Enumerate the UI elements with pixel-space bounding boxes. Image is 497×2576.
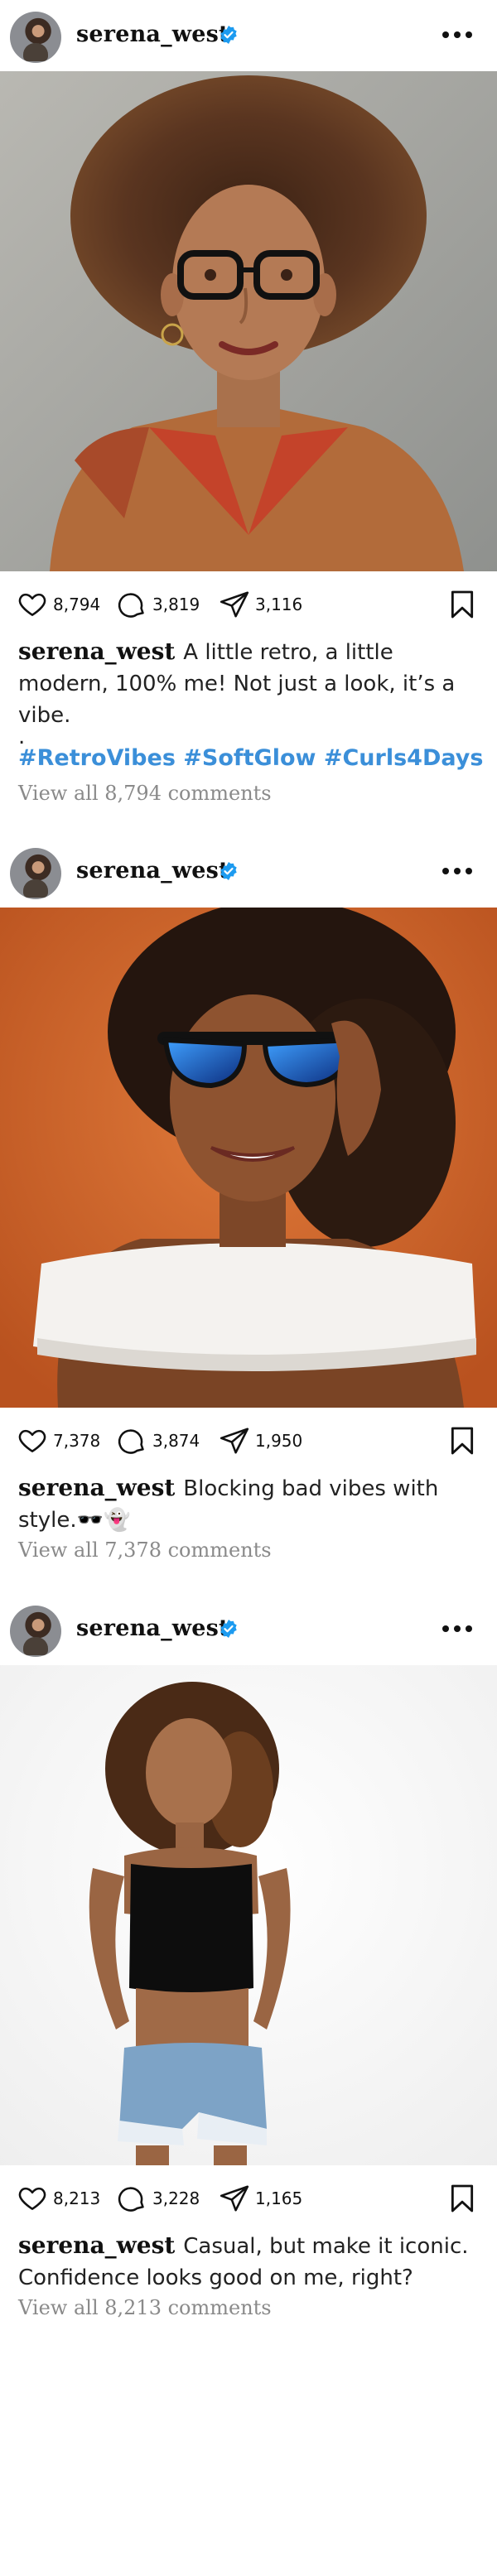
view-comments-link[interactable]: View all 7,378 comments bbox=[18, 1538, 272, 1562]
share-count: 1,165 bbox=[255, 2188, 303, 2208]
hashtags[interactable]: #RetroVibes #SoftGlow #Curls4Days bbox=[18, 745, 483, 771]
post-caption: serena_west Blocking bad vibes with style… bbox=[18, 1472, 482, 1536]
comment-bubble-icon bbox=[118, 593, 144, 618]
heart-icon bbox=[18, 2187, 46, 2210]
share-button[interactable]: 3,116 bbox=[219, 580, 302, 629]
like-count: 7,378 bbox=[53, 1431, 101, 1451]
heart-icon bbox=[18, 1429, 46, 1452]
share-count: 3,116 bbox=[255, 595, 303, 614]
more-options-button[interactable] bbox=[442, 1620, 475, 1637]
paper-plane-icon bbox=[220, 591, 249, 618]
post-header: serena_west bbox=[0, 0, 497, 71]
comment-count: 3,874 bbox=[152, 1431, 200, 1451]
heart-icon bbox=[18, 593, 46, 616]
post-caption: serena_west Casual, but make it iconic. C… bbox=[18, 2230, 482, 2294]
portrait-crop-top-denim-image bbox=[0, 1665, 497, 2165]
post-photo[interactable] bbox=[0, 1665, 497, 2165]
view-comments-link[interactable]: View all 8,794 comments bbox=[18, 782, 272, 805]
like-button[interactable]: 7,378 bbox=[17, 1416, 100, 1466]
verified-badge-icon bbox=[220, 26, 237, 44]
paper-plane-icon bbox=[220, 2185, 249, 2212]
like-button[interactable]: 8,213 bbox=[17, 2174, 100, 2223]
username[interactable]: serena_west bbox=[76, 22, 229, 47]
post-header: serena_west bbox=[0, 836, 497, 908]
share-button[interactable]: 1,950 bbox=[219, 1416, 302, 1466]
like-count: 8,213 bbox=[53, 2188, 101, 2208]
avatar[interactable] bbox=[10, 848, 61, 899]
verified-badge-icon bbox=[220, 1620, 237, 1638]
comment-button[interactable]: 3,874 bbox=[116, 1416, 200, 1466]
post-actions: 8,213 3,228 1,165 bbox=[0, 2174, 497, 2223]
feed-post: serena_west bbox=[0, 0, 497, 828]
post-photo[interactable] bbox=[0, 71, 497, 571]
caption-dot: . bbox=[18, 725, 26, 749]
bookmark-icon[interactable] bbox=[446, 2182, 479, 2215]
bookmark-icon[interactable] bbox=[446, 1424, 479, 1457]
caption-username[interactable]: serena_west bbox=[18, 638, 175, 665]
feed-post: serena_west bbox=[0, 836, 497, 1582]
caption-username[interactable]: serena_west bbox=[18, 2232, 175, 2259]
comment-button[interactable]: 3,819 bbox=[116, 580, 200, 629]
avatar[interactable] bbox=[10, 1606, 61, 1657]
comment-button[interactable]: 3,228 bbox=[116, 2174, 200, 2223]
bookmark-icon[interactable] bbox=[446, 588, 479, 621]
verified-badge-icon bbox=[220, 862, 237, 880]
more-options-button[interactable] bbox=[442, 26, 475, 43]
comment-bubble-icon bbox=[118, 1429, 144, 1454]
like-count: 8,794 bbox=[53, 595, 101, 614]
post-header: serena_west bbox=[0, 1594, 497, 1665]
post-photo[interactable] bbox=[0, 908, 497, 1408]
comment-count: 3,819 bbox=[152, 595, 200, 614]
portrait-retro-glasses-image bbox=[0, 71, 497, 571]
post-caption: serena_west A little retro, a little mode… bbox=[18, 636, 482, 731]
avatar[interactable] bbox=[10, 12, 61, 63]
feed-post: serena_west bbox=[0, 1594, 497, 2339]
more-options-button[interactable] bbox=[442, 863, 475, 879]
comment-bubble-icon bbox=[118, 2187, 144, 2212]
portrait-blue-sunglasses-image bbox=[0, 908, 497, 1408]
post-actions: 8,794 3,819 3,116 bbox=[0, 580, 497, 629]
share-count: 1,950 bbox=[255, 1431, 303, 1451]
post-actions: 7,378 3,874 1,950 bbox=[0, 1416, 497, 1466]
paper-plane-icon bbox=[220, 1428, 249, 1454]
share-button[interactable]: 1,165 bbox=[219, 2174, 302, 2223]
username[interactable]: serena_west bbox=[76, 1615, 229, 1641]
username[interactable]: serena_west bbox=[76, 858, 229, 884]
caption-username[interactable]: serena_west bbox=[18, 1474, 175, 1501]
like-button[interactable]: 8,794 bbox=[17, 580, 100, 629]
view-comments-link[interactable]: View all 8,213 comments bbox=[18, 2296, 272, 2319]
comment-count: 3,228 bbox=[152, 2188, 200, 2208]
